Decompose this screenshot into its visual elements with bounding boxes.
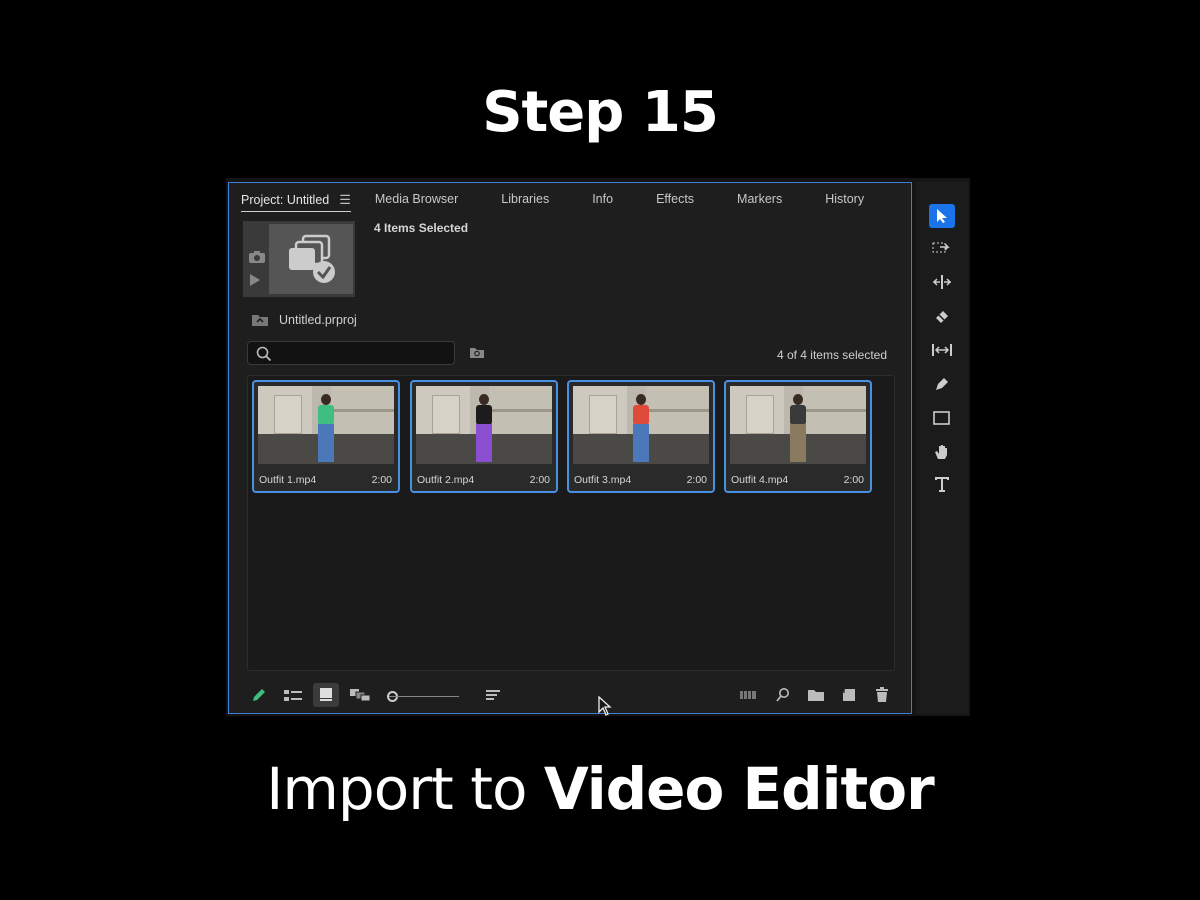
clip-duration: 2:00 (843, 474, 864, 486)
zoom-slider[interactable] (389, 696, 459, 697)
pen-tool[interactable] (929, 372, 955, 396)
clip-name: Outfit 4.mp4 (731, 474, 789, 486)
clip-thumbnail (258, 386, 394, 464)
hand-icon (935, 445, 947, 459)
new-item-icon[interactable] (841, 687, 857, 703)
razor-tool[interactable] (929, 304, 955, 328)
multi-select-thumbnail (269, 224, 353, 294)
panel-menu-icon[interactable]: ☰ (339, 192, 351, 208)
tab-info[interactable]: Info (592, 192, 613, 206)
tab-history[interactable]: History (825, 192, 864, 206)
icon-view-icon (320, 688, 332, 701)
search-icon (256, 346, 272, 362)
tab-media-browser[interactable]: Media Browser (375, 192, 458, 206)
clip-thumbnail (730, 386, 866, 464)
selection-count: 4 of 4 items selected (776, 348, 887, 362)
clip-name: Outfit 3.mp4 (574, 474, 632, 486)
tools-panel (916, 182, 968, 714)
rectangle-icon (933, 411, 950, 425)
panel-footer (229, 683, 911, 711)
project-panel: Project: Untitled ☰ Media Browser Librar… (228, 182, 912, 716)
type-icon (935, 477, 949, 492)
clip-duration: 2:00 (529, 474, 550, 486)
razor-icon (936, 311, 948, 323)
icon-view-button[interactable] (313, 683, 339, 707)
tab-project-label: Project: Untitled (241, 193, 330, 207)
new-bin-icon[interactable] (807, 687, 825, 703)
tab-project[interactable]: Project: Untitled ☰ (241, 192, 351, 212)
clip-duration: 2:00 (686, 474, 707, 486)
hand-tool[interactable] (929, 440, 955, 464)
project-file-name: Untitled.prproj (279, 313, 357, 327)
clip-card[interactable]: Outfit 4.mp4 2:00 (724, 380, 872, 493)
rectangle-tool[interactable] (929, 406, 955, 430)
tab-markers[interactable]: Markers (737, 192, 782, 206)
track-select-tool[interactable] (929, 236, 955, 260)
ripple-edit-tool[interactable] (929, 270, 955, 294)
project-file: Untitled.prproj (251, 313, 357, 327)
premiere-window: Project: Untitled ☰ Media Browser Librar… (226, 178, 970, 716)
find-bin-icon[interactable] (469, 346, 485, 359)
tab-effects[interactable]: Effects (656, 192, 694, 206)
freeform-view-icon[interactable] (349, 687, 371, 703)
panel-tabs: Project: Untitled ☰ Media Browser Librar… (241, 192, 901, 214)
caption-bold: Video Editor (543, 755, 935, 823)
person-figure (631, 394, 651, 462)
find-icon[interactable] (775, 687, 791, 703)
clip-thumbnail (573, 386, 709, 464)
step-title: Step 15 (482, 80, 719, 145)
bin-up-icon[interactable] (251, 313, 269, 327)
multiple-items-icon (289, 234, 335, 283)
pencil-icon[interactable] (251, 687, 267, 703)
clip-name: Outfit 2.mp4 (417, 474, 475, 486)
clip-thumbnail (416, 386, 552, 464)
clip-card[interactable]: Outfit 2.mp4 2:00 (410, 380, 558, 493)
slip-tool[interactable] (929, 338, 955, 362)
sort-icon[interactable] (485, 687, 501, 703)
media-grid: Outfit 1.mp4 2:00 Outfit 2.mp4 2:00 Outf… (247, 375, 895, 716)
clip-card[interactable]: Outfit 1.mp4 2:00 (252, 380, 400, 493)
list-view-icon[interactable] (283, 687, 303, 703)
trash-icon[interactable] (875, 687, 889, 703)
ripple-edit-icon (932, 275, 952, 289)
camera-icon[interactable] (249, 251, 265, 263)
tab-libraries[interactable]: Libraries (501, 192, 549, 206)
selection-tool[interactable] (929, 204, 955, 228)
preview-thumbnail (243, 221, 355, 297)
automate-to-sequence-icon[interactable] (739, 687, 757, 703)
caption-regular: Import to (266, 755, 544, 823)
person-figure (788, 394, 808, 462)
arrow-pointer-icon (937, 209, 947, 223)
search-input[interactable] (247, 341, 455, 365)
clip-card[interactable]: Outfit 3.mp4 2:00 (567, 380, 715, 493)
track-select-icon (932, 242, 950, 253)
person-figure (316, 394, 336, 462)
play-icon[interactable] (250, 274, 260, 286)
clip-name: Outfit 1.mp4 (259, 474, 317, 486)
person-figure (474, 394, 494, 462)
type-tool[interactable] (929, 472, 955, 496)
preview-title: 4 Items Selected (374, 221, 469, 235)
clip-duration: 2:00 (371, 474, 392, 486)
slip-icon (932, 344, 952, 356)
pen-icon (936, 378, 948, 390)
caption: Import to Video Editor (0, 755, 1200, 823)
